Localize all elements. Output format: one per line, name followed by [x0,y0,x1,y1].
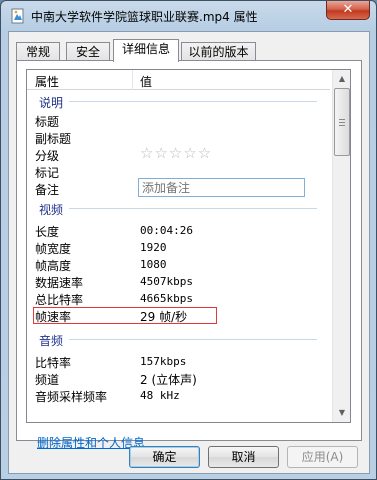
tab-label: 常规 [25,45,50,59]
tab-previous-versions[interactable]: 以前的版本 [181,42,256,61]
cancel-button[interactable]: 取消 [208,446,279,468]
vertical-scrollbar[interactable]: ▲ ▼ [332,70,350,422]
property-value-data-rate: 4507kbps [140,275,193,288]
property-name-channels: 频道 [35,373,60,387]
property-name-frame-rate: 帧速率 [35,310,72,324]
title-bar[interactable]: 中南大学软件学院篮球职业联赛.mp4 属性 ✕ [1,1,376,31]
tab-details[interactable]: 详细信息 [113,39,179,62]
close-button[interactable]: ✕ [326,1,370,20]
property-name-length: 长度 [35,225,60,239]
comments-input[interactable] [138,178,305,197]
ok-button[interactable]: 确定 [129,446,200,468]
cancel-button-label: 取消 [231,450,256,464]
group-divider [69,208,317,209]
tab-general[interactable]: 常规 [16,42,60,61]
property-name-frame-width: 帧宽度 [35,242,72,256]
grip-line [339,125,345,126]
property-name-comments: 备注 [35,183,60,197]
column-header-value[interactable]: 值 [140,73,152,90]
property-name-data-rate: 数据速率 [35,276,84,290]
scroll-down-button[interactable]: ▼ [334,404,350,421]
column-divider[interactable] [132,70,133,90]
property-name-sample-rate: 音频采样频率 [35,390,108,404]
property-value-channels: 2 (立体声) [140,373,197,387]
grip-line [339,119,345,120]
property-name-subtitle: 副标题 [35,132,72,146]
property-value-sample-rate: 48 kHz [140,389,180,402]
dialog-body: 常规 安全 详细信息 以前的版本 属性 值 说明 标题 副标题 分级 ☆☆☆☆☆… [8,31,370,474]
property-value-frame-width: 1920 [140,241,167,254]
property-value-length: 00:04:26 [140,224,193,237]
grip-line [339,122,345,123]
property-rows: 说明 标题 副标题 分级 ☆☆☆☆☆ 标记 备注 视频 长度 00:04:26 … [27,90,330,422]
details-panel: 属性 值 说明 标题 副标题 分级 ☆☆☆☆☆ 标记 备注 视频 长 [16,60,362,450]
tab-label: 详细信息 [121,42,170,56]
group-title-audio: 音频 [39,334,64,348]
tab-label: 以前的版本 [188,45,249,59]
arrow-up-icon: ▲ [338,74,346,83]
window-title: 中南大学软件学院篮球职业联赛.mp4 属性 [31,10,258,24]
property-list[interactable]: 属性 值 说明 标题 副标题 分级 ☆☆☆☆☆ 标记 备注 视频 长 [26,69,351,423]
group-divider [69,339,317,340]
list-header: 属性 值 [27,70,330,90]
property-name-rating: 分级 [35,149,60,163]
tab-security[interactable]: 安全 [66,42,110,61]
group-title-description: 说明 [39,96,64,110]
property-name-total-bitrate: 总比特率 [35,293,84,307]
property-name-title: 标题 [35,115,60,129]
close-icon: ✕ [342,2,354,17]
group-divider [69,101,317,102]
apply-button[interactable]: 应用(A) [287,446,358,468]
properties-dialog: 中南大学软件学院篮球职业联赛.mp4 属性 ✕ 常规 安全 详细信息 以前的版本… [0,0,377,480]
property-name-tags: 标记 [35,166,60,180]
property-value-frame-rate: 29 帧/秒 [140,310,188,324]
ok-button-label: 确定 [152,450,177,464]
scroll-thumb[interactable] [334,88,350,156]
apply-button-label: 应用(A) [301,450,344,464]
property-value-audio-bitrate: 157kbps [140,355,187,368]
scroll-up-button[interactable]: ▲ [334,70,350,87]
arrow-down-icon: ▼ [338,408,346,417]
property-value-total-bitrate: 4665kbps [140,292,193,305]
media-file-icon [10,8,26,24]
property-name-frame-height: 帧高度 [35,259,72,273]
tab-label: 安全 [75,45,100,59]
column-header-property[interactable]: 属性 [35,73,59,90]
rating-stars[interactable]: ☆☆☆☆☆ [140,144,212,162]
property-value-frame-height: 1080 [140,258,167,271]
group-title-video: 视频 [39,203,64,217]
property-name-audio-bitrate: 比特率 [35,356,72,370]
